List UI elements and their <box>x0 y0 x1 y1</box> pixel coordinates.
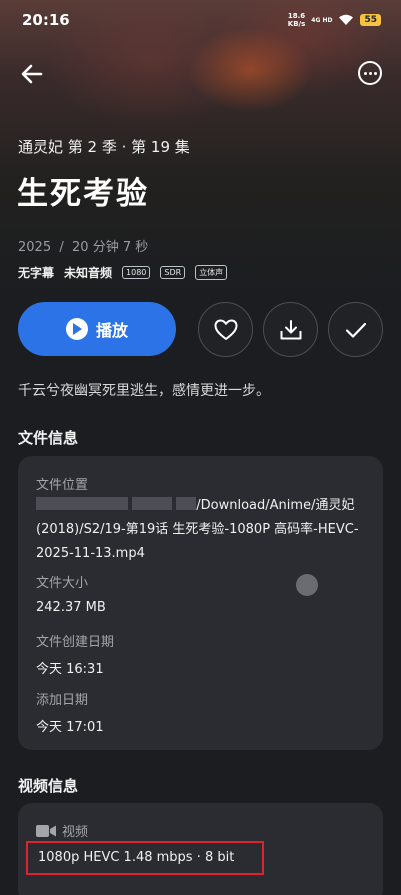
status-time: 20:16 <box>22 11 70 29</box>
file-info-title: 文件信息 <box>18 429 79 447</box>
file-location-label: 文件位置 <box>36 478 89 493</box>
download-button[interactable] <box>263 302 318 357</box>
subtitle-tag: 无字幕 <box>18 266 55 280</box>
highlight-box: 1080p HEVC 1.48 mbps · 8 bit <box>26 841 264 875</box>
video-info-title: 视频信息 <box>18 777 79 795</box>
file-created-label: 文件创建日期 <box>36 635 115 650</box>
added-date-label: 添加日期 <box>36 693 89 708</box>
arrow-left-icon <box>21 64 43 84</box>
episode-description: 千云兮夜幽冥死里逃生，感情更进一步。 <box>18 383 270 399</box>
media-tags: 无字幕 未知音频 1080 SDR 立体声 <box>18 264 228 281</box>
check-icon <box>345 322 366 338</box>
episode-meta: 2025 / 20 分钟 7 秒 <box>18 240 149 255</box>
more-options-button[interactable] <box>358 61 382 85</box>
audio-channel-badge: 立体声 <box>195 265 228 280</box>
added-date-value: 今天 17:01 <box>36 720 104 735</box>
dynamic-range-badge: SDR <box>160 266 186 279</box>
video-info-card: 视频 1080p HEVC 1.48 mbps · 8 bit <box>18 803 383 895</box>
video-value: 1080p HEVC 1.48 mbps · 8 bit <box>38 850 235 865</box>
file-info-card: 文件位置 /Download/Anime/通灵妃 (2018)/S2/19-第1… <box>18 456 383 750</box>
file-size-value: 242.37 MB <box>36 600 106 615</box>
network-speed: 18.6 KB/s <box>287 12 306 28</box>
video-camera-icon <box>36 824 56 837</box>
series-line: 通灵妃 第 2 季 · 第 19 集 <box>18 138 190 156</box>
play-label: 播放 <box>95 321 128 340</box>
back-button[interactable] <box>18 60 46 88</box>
favorite-button[interactable] <box>198 302 253 357</box>
scroll-indicator <box>296 574 318 596</box>
status-bar: 20:16 18.6 KB/s 4G HD 55 <box>0 0 401 40</box>
file-location-value: /Download/Anime/通灵妃 (2018)/S2/19-第19话 生死… <box>36 497 359 561</box>
network-type: 4G HD <box>311 16 333 24</box>
episode-title: 生死考验 <box>17 176 149 212</box>
download-icon <box>280 319 301 339</box>
wifi-icon <box>339 14 354 25</box>
audio-tag: 未知音频 <box>64 266 113 280</box>
file-created-value: 今天 16:31 <box>36 662 104 677</box>
mark-watched-button[interactable] <box>328 302 383 357</box>
heart-icon <box>214 319 237 340</box>
redacted-path <box>36 497 128 510</box>
file-size-label: 文件大小 <box>36 576 89 591</box>
status-icons: 18.6 KB/s 4G HD 55 <box>288 12 381 28</box>
video-label: 视频 <box>62 825 89 840</box>
more-icon <box>363 71 367 75</box>
play-icon <box>65 318 88 340</box>
play-button[interactable]: 播放 <box>18 302 176 356</box>
video-info-header: 视频 <box>36 821 88 840</box>
resolution-badge: 1080 <box>122 266 151 279</box>
battery-badge: 55 <box>360 14 381 26</box>
